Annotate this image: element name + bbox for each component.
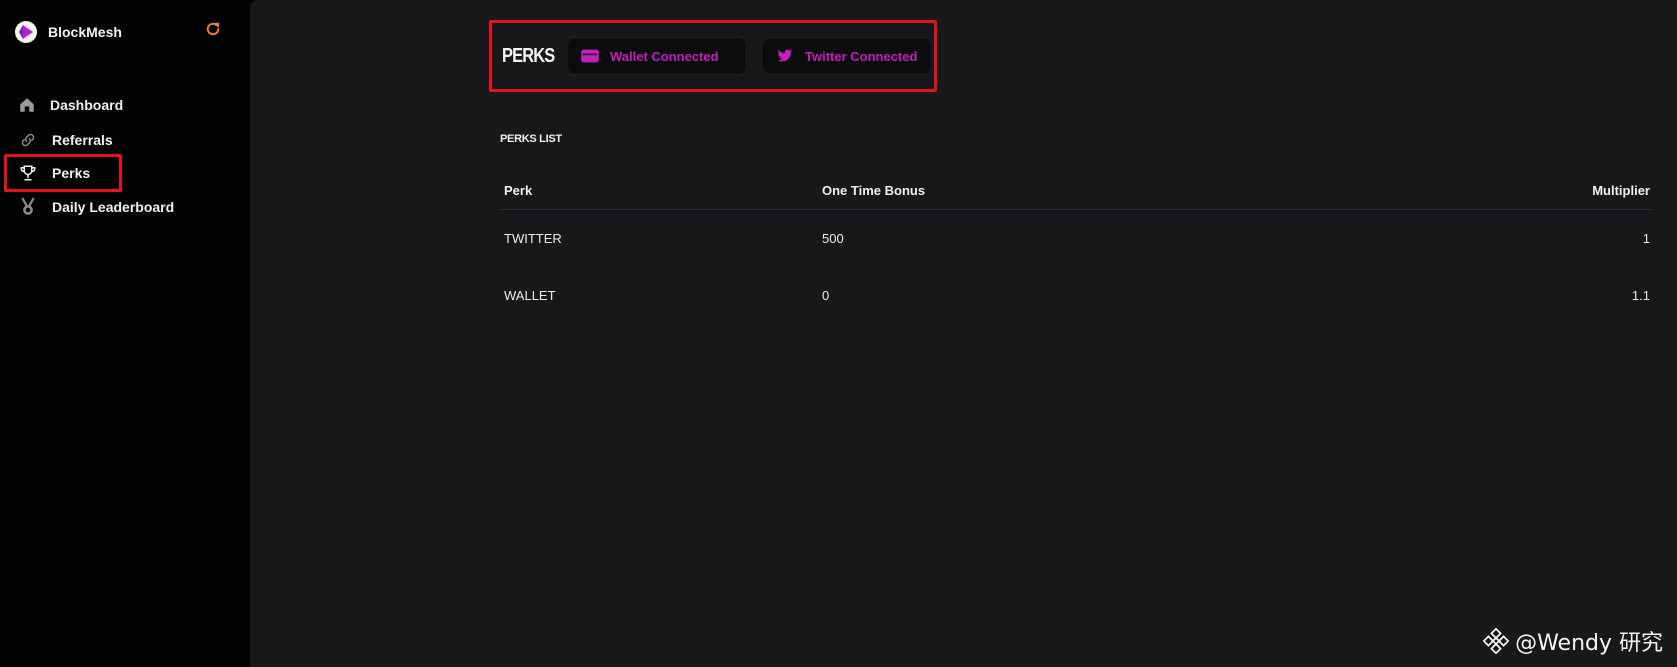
table-row: WALLET 0 1.1: [500, 267, 1652, 324]
refresh-button[interactable]: [203, 19, 223, 39]
binance-logo-icon: [1483, 628, 1510, 654]
sidebar-item-label: Referrals: [52, 132, 113, 148]
link-icon: [18, 130, 38, 150]
wallet-icon: [580, 46, 600, 66]
sidebar-item-daily-leaderboard[interactable]: Daily Leaderboard: [4, 188, 204, 226]
column-header-multiplier: Multiplier: [1592, 183, 1650, 198]
page-title: PERKS: [502, 44, 555, 67]
wallet-connected-label: Wallet Connected: [610, 48, 719, 64]
medal-icon: [18, 197, 38, 217]
cell-bonus: 0: [822, 288, 830, 303]
cell-multiplier: 1: [1642, 231, 1650, 246]
sidebar-item-label: Dashboard: [50, 97, 124, 113]
refresh-icon: [206, 22, 220, 36]
watermark: @Wendy 研究: [1483, 625, 1663, 657]
table-row: TWITTER 500 1: [500, 210, 1652, 267]
sidebar-item-dashboard[interactable]: Dashboard: [4, 86, 124, 124]
sidebar-item-perks[interactable]: Perks: [4, 154, 122, 192]
cell-bonus: 500: [822, 231, 844, 246]
twitter-connected-badge[interactable]: Twitter Connected: [763, 39, 930, 73]
column-header-bonus: One Time Bonus: [822, 183, 926, 198]
wallet-connected-badge[interactable]: Wallet Connected: [568, 39, 745, 73]
sidebar-item-label: Perks: [52, 165, 91, 181]
column-header-perk: Perk: [504, 183, 533, 198]
twitter-bird-icon: [775, 46, 795, 66]
perks-header: PERKS Wallet Connected Twitter Connected: [489, 20, 937, 92]
cell-multiplier: 1.1: [1631, 288, 1650, 303]
sidebar: BlockMesh Dashboard Referrals Perks Dail…: [0, 0, 250, 667]
trophy-icon: [18, 163, 38, 183]
blockmesh-logo-icon: [15, 21, 37, 43]
perks-list-title: PERKS LIST: [500, 133, 562, 145]
home-icon: [18, 95, 36, 115]
brand[interactable]: BlockMesh: [14, 20, 122, 44]
twitter-connected-label: Twitter Connected: [805, 48, 918, 64]
cell-perk: WALLET: [504, 288, 556, 303]
table-header: Perk One Time Bonus Multiplier: [500, 172, 1652, 210]
brand-name: BlockMesh: [48, 24, 122, 40]
main-content: PERKS Wallet Connected Twitter Connected…: [250, 0, 1677, 667]
perks-table: Perk One Time Bonus Multiplier TWITTER 5…: [500, 172, 1652, 324]
watermark-text: @Wendy 研究: [1515, 631, 1663, 656]
sidebar-item-label: Daily Leaderboard: [52, 199, 175, 215]
cell-perk: TWITTER: [504, 231, 562, 246]
